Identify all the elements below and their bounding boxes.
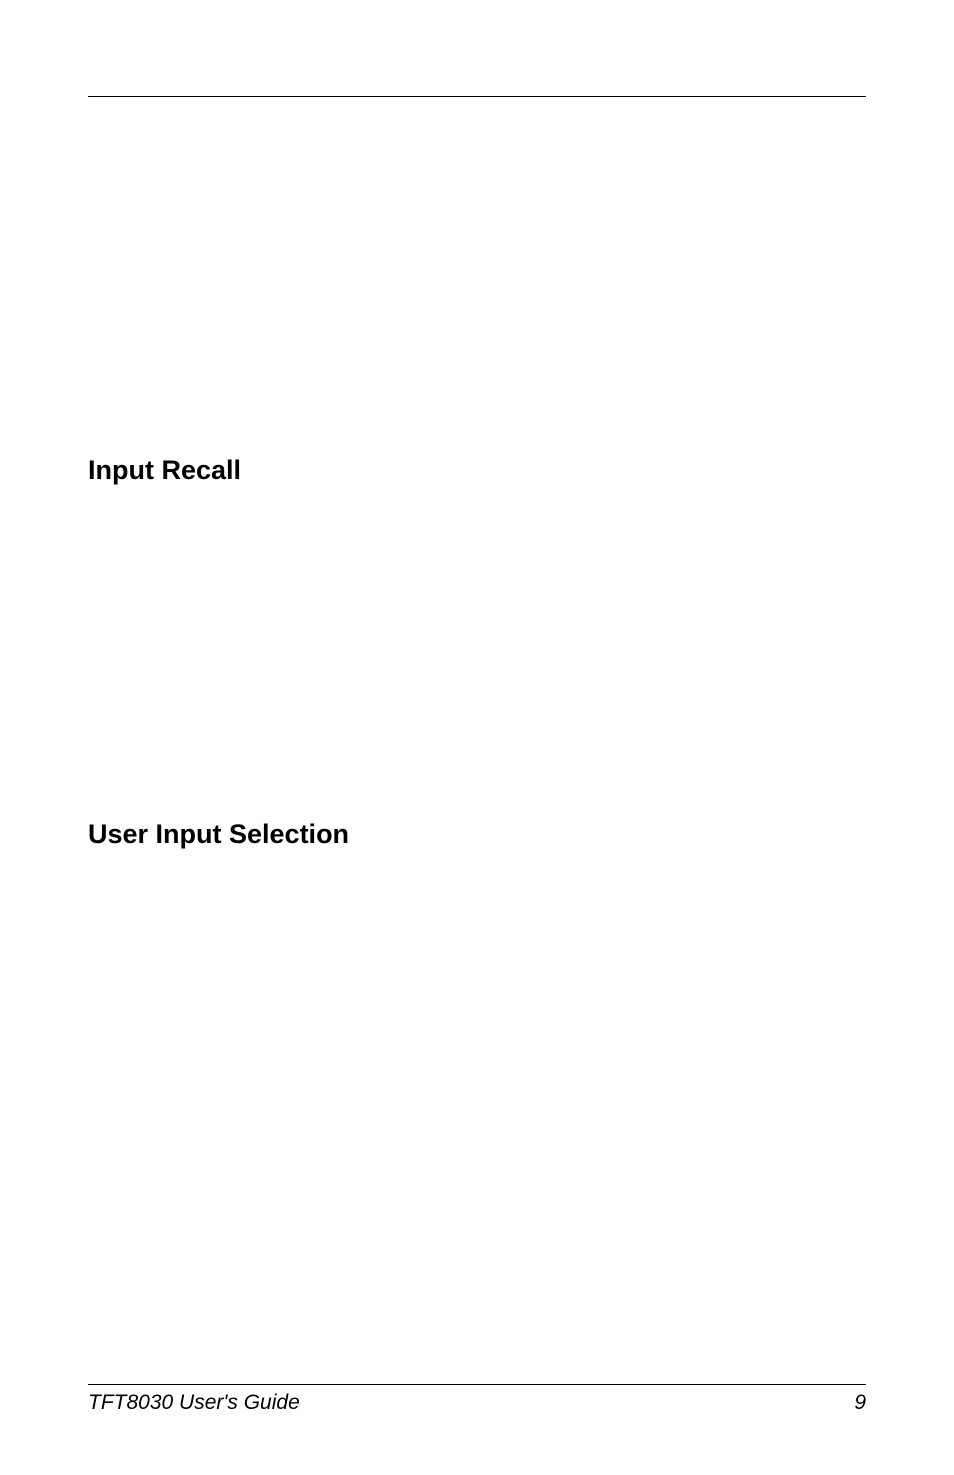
section-heading-input-recall: Input Recall — [88, 455, 241, 486]
page-content: Input Recall User Input Selection — [88, 97, 866, 1327]
footer-row: TFT8030 User's Guide 9 — [88, 1391, 866, 1415]
page-footer: TFT8030 User's Guide 9 — [88, 1384, 866, 1415]
footer-page-number: 9 — [854, 1391, 866, 1415]
footer-guide-title: TFT8030 User's Guide — [88, 1391, 300, 1415]
document-page: Input Recall User Input Selection TFT803… — [0, 0, 954, 1475]
section-heading-user-input-selection: User Input Selection — [88, 819, 349, 850]
footer-divider — [88, 1384, 866, 1385]
